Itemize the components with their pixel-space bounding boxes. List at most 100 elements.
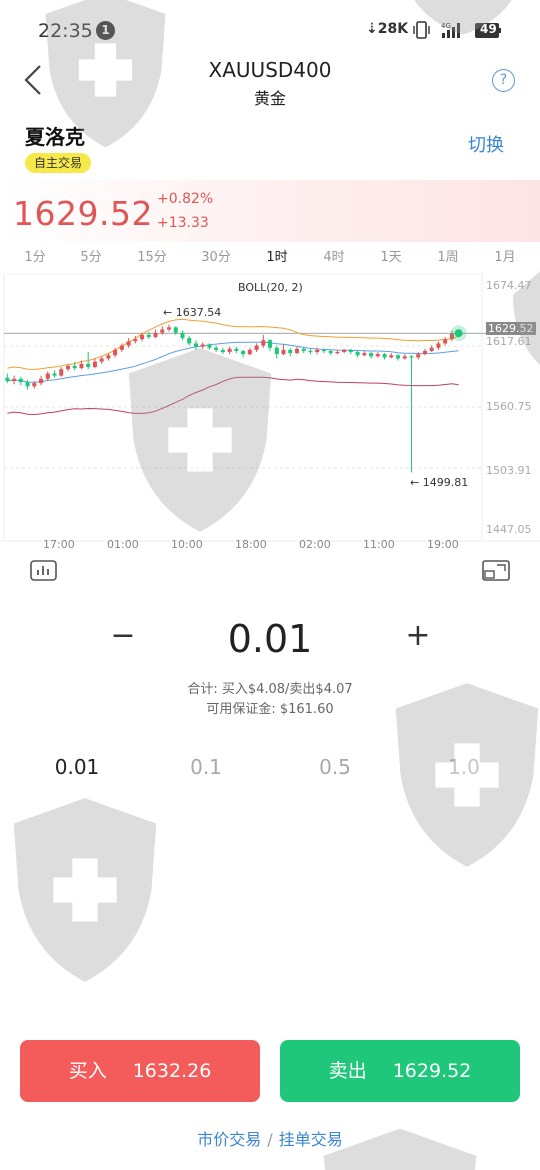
price-chart[interactable]: BOLL(20, 2) 1674.47 1617.61 1560.75 1503… bbox=[0, 274, 540, 560]
candle-body bbox=[241, 350, 246, 355]
tab-15m[interactable]: 15分 bbox=[127, 246, 177, 265]
preset-0-1[interactable]: 0.1 bbox=[156, 755, 256, 779]
candle-body bbox=[254, 345, 259, 350]
y-tick-label: 1560.75 bbox=[486, 400, 532, 413]
preset-1-0[interactable]: 1.0 bbox=[414, 755, 514, 779]
candle-body bbox=[321, 349, 326, 352]
candle-body bbox=[375, 354, 380, 357]
buy-button[interactable]: 买入 1632.26 bbox=[20, 1040, 260, 1102]
candle-body bbox=[335, 352, 340, 354]
switch-account-button[interactable]: 切换 bbox=[468, 131, 504, 157]
candle-body bbox=[113, 349, 118, 356]
tab-1h[interactable]: 1时 bbox=[252, 246, 302, 265]
candle-body bbox=[268, 340, 273, 348]
candle-body bbox=[227, 348, 232, 353]
candle-body bbox=[436, 343, 441, 348]
candle-body bbox=[220, 349, 225, 353]
help-icon[interactable]: ? bbox=[492, 69, 515, 92]
live-price-dot bbox=[454, 329, 463, 338]
indicator-icon[interactable] bbox=[30, 560, 57, 581]
change-percent: +0.82% bbox=[157, 191, 214, 207]
candle-body bbox=[369, 353, 374, 357]
candle-body bbox=[308, 350, 313, 353]
candle-body bbox=[45, 373, 50, 379]
tab-4h[interactable]: 4时 bbox=[309, 246, 359, 265]
quantity-value[interactable]: 0.01 bbox=[0, 617, 540, 661]
buy-label: 买入 bbox=[68, 1060, 107, 1082]
boll-lower-line bbox=[7, 376, 459, 416]
account-name: 夏洛克 bbox=[25, 125, 85, 149]
candle-body bbox=[187, 338, 192, 344]
available-margin-line: 可用保证金: $161.60 bbox=[206, 702, 334, 717]
quote-band: 1629.52 +0.82% +13.33 bbox=[0, 180, 540, 242]
candle-body bbox=[422, 350, 427, 355]
sell-label: 卖出 bbox=[328, 1060, 367, 1082]
tab-1m[interactable]: 1分 bbox=[10, 246, 60, 265]
candle-body bbox=[25, 382, 30, 387]
candle-body bbox=[153, 332, 158, 338]
pending-order-link[interactable]: 挂单交易 bbox=[279, 1130, 343, 1149]
tab-1d[interactable]: 1天 bbox=[366, 246, 416, 265]
tab-1w[interactable]: 1周 bbox=[423, 246, 473, 265]
change-absolute: +13.33 bbox=[157, 215, 209, 231]
candle-body bbox=[133, 339, 138, 342]
vibrate-icon bbox=[413, 21, 430, 39]
candle-body bbox=[294, 348, 300, 354]
candle-body bbox=[416, 354, 421, 358]
candle-body bbox=[193, 343, 198, 347]
y-tick-label: 1503.91 bbox=[486, 464, 532, 477]
candle-body bbox=[315, 349, 320, 353]
link-separator: / bbox=[267, 1130, 273, 1149]
candle-body bbox=[409, 356, 414, 358]
tab-1mo[interactable]: 1月 bbox=[480, 246, 530, 265]
candle-body bbox=[99, 358, 104, 362]
increase-quantity-button[interactable]: + bbox=[403, 618, 433, 653]
buy-price: 1632.26 bbox=[132, 1060, 212, 1082]
account-tag: 自主交易 bbox=[25, 153, 92, 173]
candle-body bbox=[173, 327, 178, 333]
candle-body bbox=[288, 349, 293, 354]
candle-body bbox=[342, 349, 347, 353]
y-tick-label: 1617.61 bbox=[486, 335, 532, 348]
candle-body bbox=[12, 378, 17, 381]
candle-body bbox=[65, 365, 71, 370]
candle-body bbox=[214, 347, 219, 350]
candle-body bbox=[160, 329, 165, 333]
symbol-name: 黄金 bbox=[253, 89, 286, 108]
tab-30m[interactable]: 30分 bbox=[191, 246, 241, 265]
x-tick-label: 10:00 bbox=[171, 538, 203, 551]
candle-body bbox=[207, 344, 212, 348]
y-tick-label: 1447.05 bbox=[486, 523, 532, 536]
sell-button[interactable]: 卖出 1629.52 bbox=[280, 1040, 520, 1102]
candle-body bbox=[180, 332, 185, 339]
fullscreen-icon[interactable] bbox=[482, 560, 510, 581]
candle-body bbox=[234, 348, 239, 351]
preset-0-01[interactable]: 0.01 bbox=[27, 755, 127, 779]
candle-body bbox=[5, 377, 10, 381]
candle-body bbox=[301, 348, 306, 351]
candle-body bbox=[200, 344, 205, 347]
candle-body bbox=[140, 334, 145, 340]
x-tick-label: 17:00 bbox=[43, 538, 75, 551]
candle-body bbox=[389, 355, 394, 358]
total-cost-line: 合计: 买入$4.08/卖出$4.07 bbox=[187, 682, 353, 697]
x-tick-label: 02:00 bbox=[299, 538, 331, 551]
x-tick-label: 18:00 bbox=[235, 538, 267, 551]
status-time: 22:35 bbox=[38, 20, 93, 42]
current-price-tag: 1629.52 bbox=[486, 322, 536, 335]
preset-0-5[interactable]: 0.5 bbox=[285, 755, 385, 779]
candlestick-chart[interactable] bbox=[0, 274, 540, 560]
tab-5m[interactable]: 5分 bbox=[66, 246, 116, 265]
x-tick-label: 11:00 bbox=[363, 538, 395, 551]
market-order-link[interactable]: 市价交易 bbox=[197, 1130, 261, 1149]
signal-icon: 4G bbox=[441, 22, 460, 38]
low-annotation: ← 1499.81 bbox=[410, 476, 469, 489]
candle-body bbox=[86, 363, 91, 368]
chart-frame bbox=[3, 274, 483, 542]
net-speed: ⇣28K bbox=[366, 21, 409, 37]
candle-body bbox=[328, 350, 333, 354]
header: XAUUSD400 黄金 ? bbox=[0, 52, 540, 112]
candle-body bbox=[443, 339, 448, 344]
candle-body bbox=[348, 349, 353, 353]
candle-body bbox=[281, 349, 286, 355]
